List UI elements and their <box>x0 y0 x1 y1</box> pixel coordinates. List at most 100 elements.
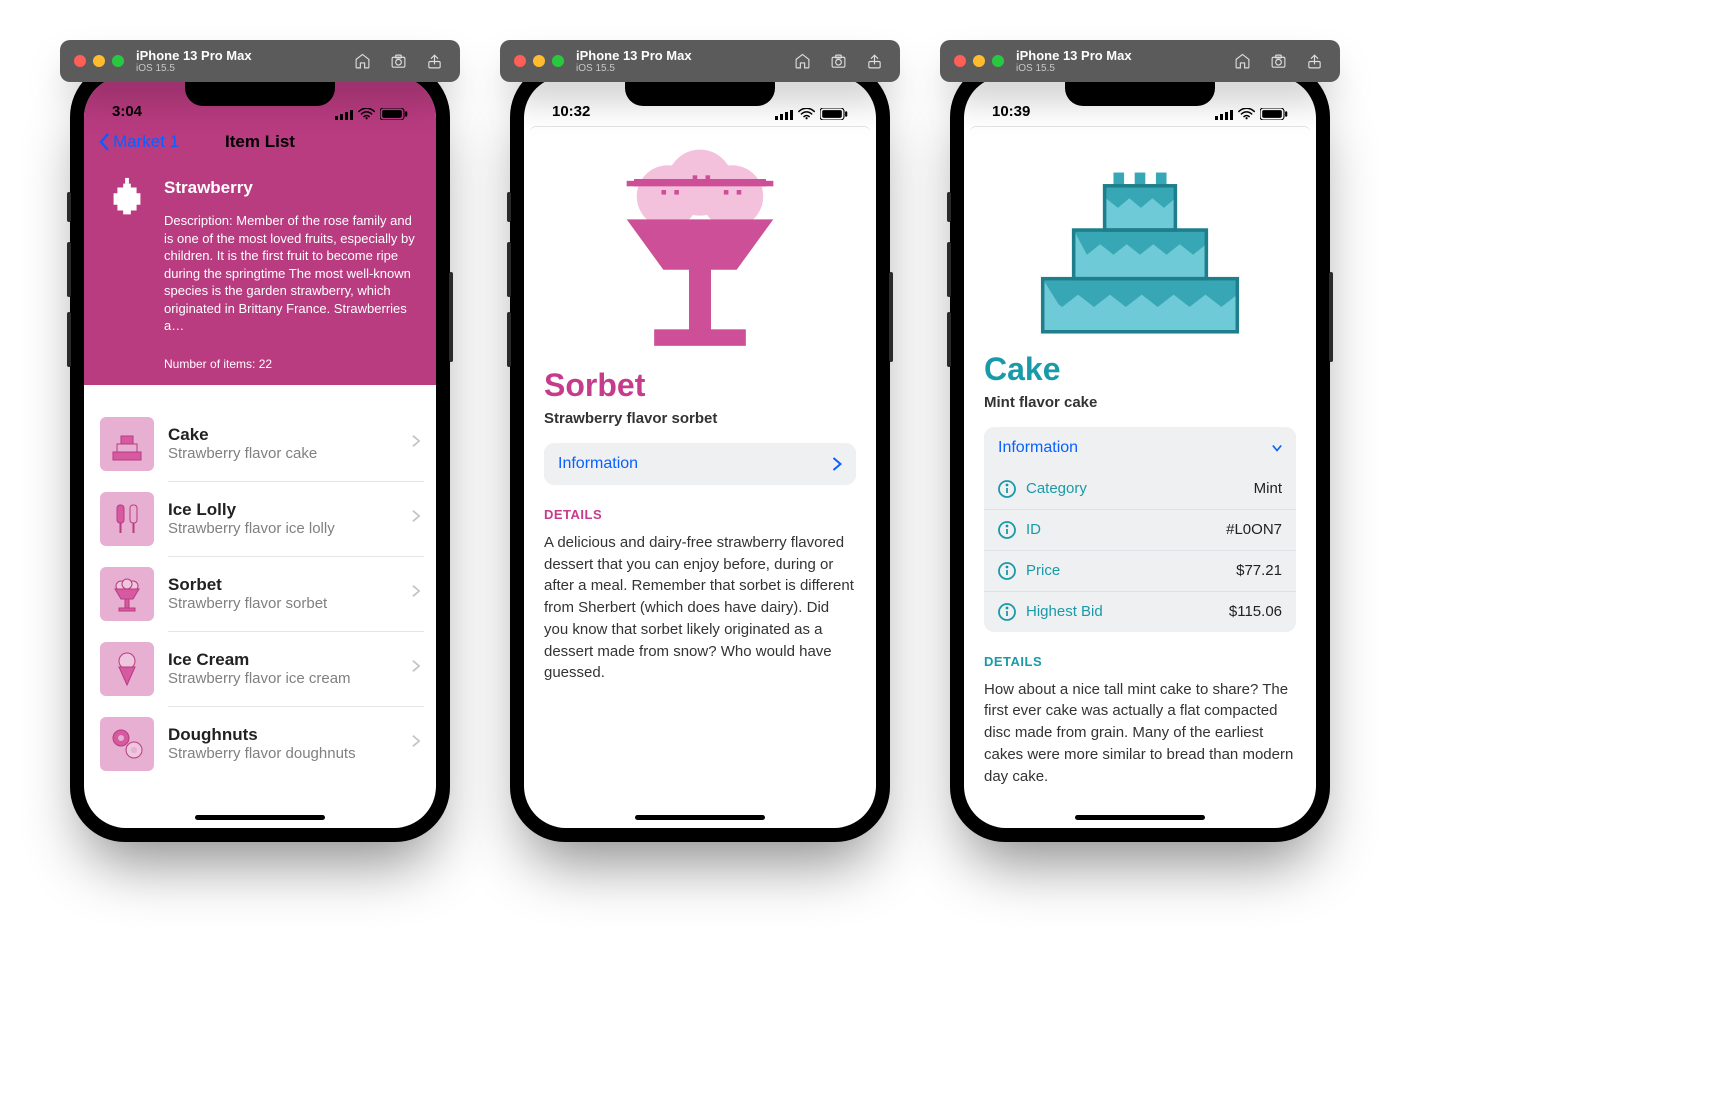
minimize-window-icon[interactable] <box>533 55 545 67</box>
info-row: Highest Bid $115.06 <box>984 591 1296 632</box>
status-time: 10:32 <box>552 103 590 120</box>
power-button[interactable] <box>449 272 453 362</box>
share-icon[interactable] <box>422 49 446 73</box>
list-item[interactable]: Cake Strawberry flavor cake <box>96 407 424 481</box>
simulator-titlebar: iPhone 13 Pro Max iOS 15.5 <box>500 40 900 82</box>
item-title: Cake <box>168 425 398 445</box>
information-toggle[interactable]: Information <box>984 427 1296 469</box>
zoom-window-icon[interactable] <box>112 55 124 67</box>
cellular-icon <box>775 108 793 120</box>
close-window-icon[interactable] <box>74 55 86 67</box>
screenshot-icon[interactable] <box>826 49 850 73</box>
screenshot-icon[interactable] <box>386 49 410 73</box>
simulator-os: iOS 15.5 <box>136 64 252 74</box>
traffic-lights <box>954 55 1004 67</box>
category-description: Description: Member of the rose family a… <box>164 212 416 335</box>
chevron-right-icon <box>412 659 420 678</box>
item-title: Ice Lolly <box>168 500 398 520</box>
item-subtitle: Strawberry flavor doughnuts <box>168 745 398 762</box>
info-icon <box>998 603 1016 621</box>
mute-switch[interactable] <box>947 192 951 222</box>
list-item[interactable]: Doughnuts Strawberry flavor doughnuts <box>96 707 424 781</box>
back-button[interactable]: Market 1 <box>98 132 179 152</box>
minimize-window-icon[interactable] <box>93 55 105 67</box>
hero-image <box>984 146 1296 341</box>
info-row-label: Highest Bid <box>1026 603 1103 620</box>
ice-cream-icon <box>100 642 154 696</box>
strawberry-icon <box>104 176 150 222</box>
close-window-icon[interactable] <box>954 55 966 67</box>
simulator-titlebar: iPhone 13 Pro Max iOS 15.5 <box>940 40 1340 82</box>
volume-down[interactable] <box>947 312 951 367</box>
information-card: Information Category Mint ID #L0ON7 <box>984 427 1296 632</box>
details-section-label: DETAILS <box>544 507 856 522</box>
home-indicator[interactable] <box>195 815 325 820</box>
detail-title: Sorbet <box>544 367 856 404</box>
simulator-os: iOS 15.5 <box>1016 64 1132 74</box>
home-indicator[interactable] <box>635 815 765 820</box>
share-icon[interactable] <box>1302 49 1326 73</box>
volume-up[interactable] <box>507 242 511 297</box>
category-header: Strawberry Description: Member of the ro… <box>84 160 436 385</box>
item-title: Sorbet <box>168 575 398 595</box>
zoom-window-icon[interactable] <box>992 55 1004 67</box>
information-label: Information <box>558 455 638 473</box>
share-icon[interactable] <box>862 49 886 73</box>
detail-title: Cake <box>984 351 1296 388</box>
cellular-icon <box>335 108 353 120</box>
wifi-icon <box>358 108 375 120</box>
home-icon[interactable] <box>350 49 374 73</box>
cake-icon <box>100 417 154 471</box>
info-row-value: $115.06 <box>1229 603 1282 620</box>
home-indicator[interactable] <box>1075 815 1205 820</box>
close-window-icon[interactable] <box>514 55 526 67</box>
back-label: Market 1 <box>113 132 179 152</box>
doughnut-icon <box>100 717 154 771</box>
info-row-label: ID <box>1026 521 1041 538</box>
power-button[interactable] <box>889 272 893 362</box>
chevron-right-icon <box>412 434 420 453</box>
information-card: Information <box>544 443 856 485</box>
info-row-value: #L0ON7 <box>1226 521 1282 538</box>
ice-lolly-icon <box>100 492 154 546</box>
minimize-window-icon[interactable] <box>973 55 985 67</box>
volume-up[interactable] <box>67 242 71 297</box>
sorbet-icon <box>590 146 810 357</box>
home-icon[interactable] <box>790 49 814 73</box>
info-row-label: Category <box>1026 480 1087 497</box>
hero-image <box>544 146 856 357</box>
traffic-lights <box>514 55 564 67</box>
item-subtitle: Strawberry flavor cake <box>168 445 398 462</box>
chevron-right-icon <box>412 734 420 753</box>
info-icon <box>998 480 1016 498</box>
simulator-device: iPhone 13 Pro Max <box>136 49 252 62</box>
item-count: Number of items: 22 <box>164 357 416 371</box>
item-list[interactable]: Cake Strawberry flavor cake Ice Lolly St… <box>84 407 436 781</box>
mute-switch[interactable] <box>507 192 511 222</box>
list-item[interactable]: Sorbet Strawberry flavor sorbet <box>96 557 424 631</box>
volume-up[interactable] <box>947 242 951 297</box>
list-item[interactable]: Ice Cream Strawberry flavor ice cream <box>96 632 424 706</box>
power-button[interactable] <box>1329 272 1333 362</box>
information-toggle[interactable]: Information <box>544 443 856 485</box>
volume-down[interactable] <box>507 312 511 367</box>
wifi-icon <box>1238 108 1255 120</box>
screenshot-icon[interactable] <box>1266 49 1290 73</box>
battery-icon <box>380 108 408 120</box>
item-title: Ice Cream <box>168 650 398 670</box>
item-subtitle: Strawberry flavor sorbet <box>168 595 398 612</box>
chevron-right-icon <box>412 584 420 603</box>
information-label: Information <box>998 439 1078 457</box>
item-subtitle: Strawberry flavor ice lolly <box>168 520 398 537</box>
phone-bezel: 10:32 Sorbet Strawberry flavor sorbet In <box>510 62 890 842</box>
details-body: How about a nice tall mint cake to share… <box>984 679 1296 788</box>
mute-switch[interactable] <box>67 192 71 222</box>
info-row-label: Price <box>1026 562 1060 579</box>
volume-down[interactable] <box>67 312 71 367</box>
home-icon[interactable] <box>1230 49 1254 73</box>
simulator-device: iPhone 13 Pro Max <box>1016 49 1132 62</box>
zoom-window-icon[interactable] <box>552 55 564 67</box>
info-row: ID #L0ON7 <box>984 509 1296 550</box>
list-item[interactable]: Ice Lolly Strawberry flavor ice lolly <box>96 482 424 556</box>
chevron-right-icon <box>832 457 842 471</box>
